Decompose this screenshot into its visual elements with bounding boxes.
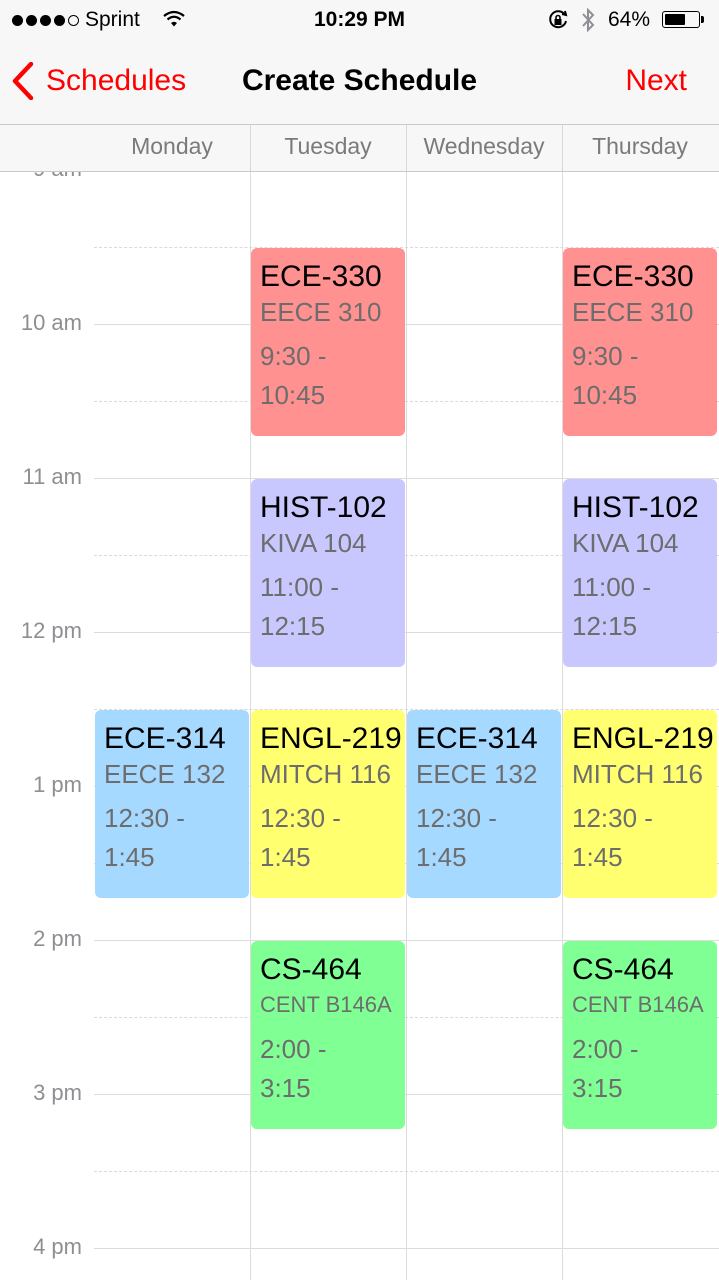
- time-label: 11 am: [22, 464, 82, 489]
- time-label: 10 am: [20, 310, 82, 335]
- event-time: 2:00 - 3:15: [260, 1034, 327, 1103]
- time-label: 9 am: [0, 172, 82, 182]
- event-time: 11:00 - 12:15: [260, 572, 340, 641]
- event-room: EECE 132: [104, 759, 226, 789]
- event-course-code: ENGL-219: [260, 722, 402, 755]
- page-title: Create Schedule: [241, 64, 478, 97]
- battery-tip: [701, 16, 704, 23]
- event-time: 2:00 - 3:15: [572, 1034, 639, 1103]
- event-room: MITCH 116: [260, 759, 391, 789]
- event-time: 12:30 - 1:45: [104, 803, 185, 872]
- schedule-grid[interactable]: 9 am 10 am 11 am 12 pm 1 pm 2 pm 3 pm 4 pm ECE-3…: [0, 172, 719, 1280]
- class-event-engl-219-tuesday[interactable]: ENGL-219 MITCH 116 12:30 - 1:45: [251, 710, 405, 898]
- class-event-hist-102-tuesday[interactable]: HIST-102 KIVA 104 11:00 - 12:15: [251, 479, 405, 667]
- event-room: CENT B146A: [260, 992, 392, 1017]
- event-course-code: CS-464: [260, 953, 362, 986]
- day-header: Monday Tuesday Wednesday Thursday: [0, 125, 719, 172]
- event-time: 12:30 - 1:45: [416, 803, 497, 872]
- event-room: EECE 310: [260, 297, 382, 327]
- next-button[interactable]: Next: [625, 64, 687, 98]
- event-course-code: ECE-330: [572, 260, 694, 293]
- event-time: 11:00 - 12:15: [572, 572, 652, 641]
- event-time: 12:30 - 1:45: [572, 803, 653, 872]
- time-label: 12 pm: [20, 618, 82, 643]
- battery-percentage: 64%: [608, 8, 651, 31]
- event-room: CENT B146A: [572, 992, 704, 1017]
- event-course-code: ECE-314: [416, 722, 538, 755]
- navigation-bar: Schedules Create Schedule Next: [0, 40, 719, 125]
- event-room: KIVA 104: [260, 528, 367, 558]
- day-label-wednesday: Wednesday: [423, 133, 545, 159]
- class-event-cs-464-thursday[interactable]: CS-464 CENT B146A 2:00 - 3:15: [563, 941, 717, 1129]
- event-time: 12:30 - 1:45: [260, 803, 341, 872]
- event-time: 9:30 - 10:45: [572, 341, 639, 410]
- event-course-code: CS-464: [572, 953, 674, 986]
- class-event-engl-219-thursday[interactable]: ENGL-219 MITCH 116 12:30 - 1:45: [563, 710, 717, 898]
- class-event-ece-314-monday[interactable]: ECE-314 EECE 132 12:30 - 1:45: [95, 710, 249, 898]
- day-label-tuesday: Tuesday: [284, 133, 372, 159]
- rotation-lock-icon: [547, 9, 569, 37]
- class-event-ece-314-wednesday[interactable]: ECE-314 EECE 132 12:30 - 1:45: [407, 710, 561, 898]
- time-label: 2 pm: [33, 926, 82, 951]
- time-label: 1 pm: [33, 772, 82, 797]
- class-event-cs-464-tuesday[interactable]: CS-464 CENT B146A 2:00 - 3:15: [251, 941, 405, 1129]
- day-label-monday: Monday: [131, 133, 213, 159]
- battery-icon: [662, 11, 700, 28]
- class-event-hist-102-thursday[interactable]: HIST-102 KIVA 104 11:00 - 12:15: [563, 479, 717, 667]
- event-course-code: HIST-102: [572, 491, 699, 524]
- event-course-code: ECE-314: [104, 722, 226, 755]
- day-label-thursday: Thursday: [592, 133, 688, 159]
- event-room: EECE 310: [572, 297, 694, 327]
- event-course-code: ECE-330: [260, 260, 382, 293]
- class-event-ece-330-thursday[interactable]: ECE-330 EECE 310 9:30 - 10:45: [563, 248, 717, 436]
- event-room: KIVA 104: [572, 528, 679, 558]
- class-event-ece-330-tuesday[interactable]: ECE-330 EECE 310 9:30 - 10:45: [251, 248, 405, 436]
- time-label: 3 pm: [33, 1080, 82, 1105]
- event-room: EECE 132: [416, 759, 538, 789]
- event-course-code: HIST-102: [260, 491, 387, 524]
- time-label: 4 pm: [33, 1234, 82, 1259]
- bluetooth-icon: [580, 7, 596, 39]
- event-course-code: ENGL-219: [572, 722, 714, 755]
- half-hour-line: [94, 1171, 719, 1172]
- hour-line: [94, 1248, 719, 1249]
- event-time: 9:30 - 10:45: [260, 341, 327, 410]
- event-room: MITCH 116: [572, 759, 703, 789]
- status-bar: Sprint 10:29 PM 64%: [0, 0, 719, 40]
